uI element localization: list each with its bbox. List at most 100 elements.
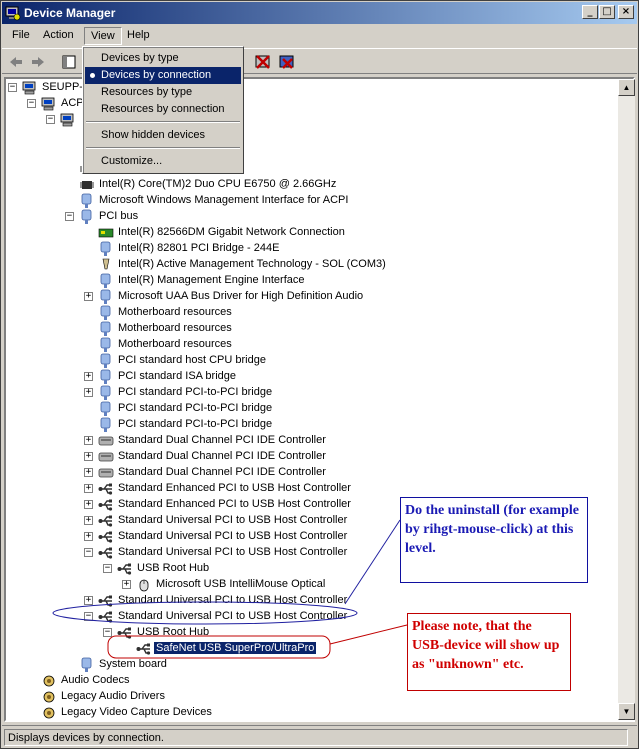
expand-icon[interactable]: + (84, 532, 93, 541)
mouse-icon (139, 579, 149, 592)
tree-node-label: Standard Universal PCI to USB Host Contr… (118, 610, 348, 622)
collapse-icon[interactable]: − (65, 212, 74, 221)
usb-icon (98, 483, 113, 495)
menu-resources-by-type[interactable]: Resources by type (85, 84, 241, 101)
vertical-scrollbar[interactable]: ▲ ▼ (618, 79, 635, 720)
collapse-icon[interactable]: − (8, 83, 17, 92)
audio-icon (43, 707, 55, 719)
device-icon (100, 321, 111, 336)
computer-icon (22, 81, 36, 95)
tree-node-label: Legacy Audio Drivers (61, 690, 165, 702)
collapse-icon[interactable]: − (46, 115, 55, 124)
port-icon (102, 258, 110, 270)
maximize-button[interactable]: □ (599, 5, 615, 19)
expand-icon[interactable]: + (84, 292, 93, 301)
device-icon (81, 209, 92, 224)
tree-node-label: Intel(R) Active Management Technology - … (118, 258, 386, 270)
tree-node-label: PCI bus (99, 210, 139, 222)
tree-node-label: Standard Dual Channel PCI IDE Controller (118, 434, 326, 446)
device-icon (81, 657, 92, 672)
menu-bar: File Action View Help (2, 25, 637, 47)
expand-icon[interactable]: + (84, 388, 93, 397)
device-icon (100, 385, 111, 400)
back-arrow-icon[interactable] (7, 53, 25, 71)
device-icon (100, 369, 111, 384)
minimize-button[interactable]: _ (582, 5, 598, 19)
tree-node-label: Standard Universal PCI to USB Host Contr… (118, 514, 348, 526)
expand-icon[interactable]: + (84, 452, 93, 461)
menu-view[interactable]: View (84, 27, 122, 45)
ide-controller-icon (98, 436, 114, 446)
expand-icon[interactable]: + (84, 500, 93, 509)
menu-help[interactable]: Help (121, 27, 156, 45)
device-icon (100, 417, 111, 432)
expand-icon[interactable]: + (122, 580, 131, 589)
expand-icon[interactable]: + (84, 436, 93, 445)
status-bar: Displays devices by connection. (2, 725, 637, 747)
menu-resources-by-connection[interactable]: Resources by connection (85, 101, 241, 118)
cpu-icon (80, 181, 94, 189)
menu-item-label: Devices by connection (101, 69, 212, 81)
menu-separator (86, 147, 240, 149)
network-card-icon (98, 228, 114, 238)
tree-node-label: PCI standard host CPU bridge (118, 354, 266, 366)
usb-icon (117, 627, 132, 639)
usb-icon (136, 643, 151, 655)
device-manager-icon (5, 6, 21, 21)
disable-device-icon[interactable] (254, 53, 272, 71)
expand-icon[interactable]: + (84, 516, 93, 525)
menu-action[interactable]: Action (37, 27, 80, 45)
collapse-icon[interactable]: − (84, 612, 93, 621)
device-icon (100, 337, 111, 352)
tree-node-label: PCI standard ISA bridge (118, 370, 237, 382)
computer-icon (60, 113, 74, 127)
computer-icon (41, 97, 55, 111)
tree-node-label: PCI standard PCI-to-PCI bridge (118, 402, 273, 414)
tree-node-label: USB Root Hub (137, 562, 210, 574)
forward-arrow-icon[interactable] (29, 53, 47, 71)
show-hide-console-tree-icon[interactable] (60, 53, 78, 71)
menu-devices-by-type[interactable]: Devices by type (85, 50, 241, 67)
audio-icon (41, 721, 57, 722)
tree-node-label: PCI standard PCI-to-PCI bridge (118, 386, 273, 398)
menu-item-label: Customize... (101, 155, 163, 167)
usb-icon (98, 547, 113, 559)
tree-node-label: Motherboard resources (118, 306, 232, 318)
radio-bullet-icon (90, 73, 95, 78)
tree-node-label: Intel(R) Core(TM)2 Duo CPU E6750 @ 2.66G… (99, 178, 337, 190)
tree-node-label: System board (99, 658, 167, 670)
collapse-icon[interactable]: − (103, 564, 112, 573)
expand-icon[interactable]: + (84, 596, 93, 605)
tree-node-label: USB Root Hub (137, 626, 210, 638)
usb-icon (98, 531, 113, 543)
usb-icon (98, 611, 113, 623)
menu-show-hidden-devices[interactable]: Show hidden devices (85, 127, 241, 144)
expand-icon[interactable]: + (84, 468, 93, 477)
menu-customize[interactable]: Customize... (85, 153, 241, 170)
menu-item-label: Resources by connection (101, 103, 225, 115)
close-button[interactable]: × (618, 5, 634, 19)
audio-icon (43, 675, 55, 687)
tree-node-label: Motherboard resources (118, 322, 232, 334)
menu-file[interactable]: File (6, 27, 36, 45)
expand-icon[interactable]: + (84, 372, 93, 381)
scroll-down-button[interactable]: ▼ (618, 703, 635, 720)
tree-node-label: Microsoft USB IntelliMouse Optical (156, 578, 326, 590)
collapse-icon[interactable]: − (103, 628, 112, 637)
collapse-icon[interactable]: − (84, 548, 93, 557)
scroll-up-button[interactable]: ▲ (618, 79, 635, 96)
collapse-icon[interactable]: − (27, 99, 36, 108)
tree-node-label: Microsoft UAA Bus Driver for High Defini… (118, 290, 364, 302)
tree-node-label: Standard Universal PCI to USB Host Contr… (118, 546, 348, 558)
usb-icon (98, 595, 113, 607)
menu-devices-by-connection[interactable]: Devices by connection (85, 67, 241, 84)
device-icon (100, 241, 111, 256)
audio-icon (43, 691, 55, 703)
uninstall-device-icon[interactable] (278, 53, 296, 71)
title-bar[interactable]: Device Manager _ □ × (2, 2, 637, 24)
tree-node-label: Audio Codecs (61, 674, 130, 686)
device-icon (100, 401, 111, 416)
tree-node-label: Standard Enhanced PCI to USB Host Contro… (118, 482, 351, 494)
expand-icon[interactable]: + (84, 484, 93, 493)
tree-node-label: Standard Dual Channel PCI IDE Controller (118, 466, 326, 478)
